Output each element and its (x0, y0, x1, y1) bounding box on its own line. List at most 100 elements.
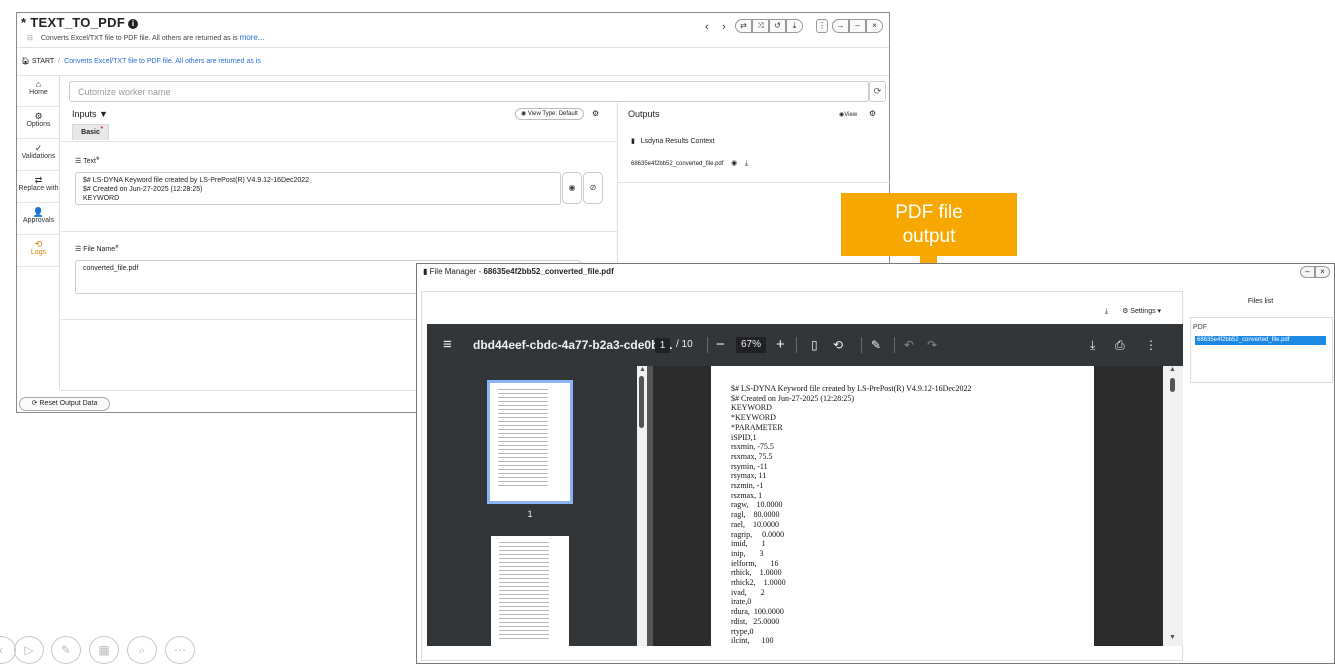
zoom-in-icon[interactable]: + (776, 324, 785, 366)
files-list-item-selected[interactable]: 68635e4f2bb52_converted_file.pdf (1195, 336, 1326, 345)
info-icon[interactable]: i (128, 19, 139, 29)
fit-page-icon[interactable]: ▯ (811, 324, 818, 366)
filename-label-text: File Name (83, 246, 116, 253)
print-icon[interactable]: ⎙ (1115, 324, 1125, 366)
callout-box: PDF file output (841, 193, 1017, 256)
pdf-text-line: rsxmax, 75.5 (731, 451, 773, 461)
pdf-text-line: rael, 10.0000 (731, 519, 779, 529)
minimize-icon[interactable]: – (1300, 266, 1315, 278)
sidebar-item-logs[interactable]: ⟲ Logs (17, 236, 60, 267)
sidebar-item-options[interactable]: ⚙ Options (17, 108, 60, 139)
tab-basic[interactable]: Basic • (72, 124, 109, 140)
more-icon[interactable]: ⋯ (165, 636, 195, 664)
callout-line: PDF file (895, 202, 963, 223)
thumbnail-pane: 1 (427, 366, 637, 646)
thumbnail-scrollbar[interactable]: ▲ (637, 366, 647, 646)
zoom-icon[interactable]: ⌕ (127, 636, 157, 664)
slides-icon[interactable]: ▦ (89, 636, 119, 664)
sidebar-item-approvals[interactable]: 👤 Approvals (17, 204, 60, 235)
undo-icon[interactable]: ↺ (769, 19, 786, 33)
required-dot: • (100, 125, 103, 132)
attach-icon[interactable]: ⊘ (583, 172, 603, 204)
preview-eye-icon[interactable]: ◉ (562, 172, 582, 204)
swap-icon[interactable]: ⇄ (735, 19, 752, 33)
worker-name-input[interactable]: Cutomize worker name (69, 81, 869, 102)
pdf-text-line: $# LS-DYNA Keyword file created by LS-Pr… (731, 384, 972, 393)
pdf-text-line: rdura, 100.0000 (731, 607, 784, 617)
output-context: ▮ Lsdyna Results Context (631, 137, 715, 145)
menu-icon[interactable]: ≡ (443, 324, 452, 366)
scroll-down-icon[interactable]: ▼ (1169, 634, 1176, 641)
gear-icon: ⚙ (1122, 308, 1129, 315)
page-number-input[interactable]: 1 (655, 338, 670, 353)
pdf-doc-title: dbd44eef-cbdc-4a77-b2a3-cde0bf... (473, 338, 673, 352)
text-input[interactable]: $# LS-DYNA Keyword file created by LS-Pr… (75, 172, 561, 205)
gear-icon[interactable]: ⚙ (869, 109, 876, 118)
more-vert-icon[interactable]: ⋮ (816, 19, 828, 33)
close-icon[interactable]: × (1315, 266, 1330, 278)
view-type-button[interactable]: ◉ View Type: Default (515, 108, 584, 120)
toolbar-divider (894, 337, 895, 353)
zoom-input[interactable]: 67% (736, 337, 766, 353)
refresh-icon[interactable]: ⟳ (869, 81, 886, 102)
toolbar-divider (707, 337, 708, 353)
page-gutter (1094, 366, 1163, 646)
undo-icon[interactable]: ↶ (904, 324, 914, 366)
annotate-icon[interactable]: ✎ (871, 324, 881, 366)
text-lines-icon: ☰ (75, 158, 82, 165)
more-link[interactable]: more... (240, 33, 265, 42)
eye-icon[interactable]: ◉ (731, 160, 737, 167)
arrow-right-icon[interactable]: → (832, 19, 849, 33)
refresh-icon: ⟳ (31, 400, 38, 407)
files-list-panel: Files list PDF 68635e4f2bb52_converted_f… (1188, 291, 1333, 661)
zoom-out-icon[interactable]: − (716, 324, 725, 366)
pdf-toolbar: ≡ dbd44eef-cbdc-4a77-b2a3-cde0bf... 1 / … (427, 324, 1183, 366)
play-icon[interactable]: ▷ (14, 636, 44, 664)
settings-menu[interactable]: ⚙ Settings ▾ (1122, 308, 1161, 315)
breadcrumb-start[interactable]: START (32, 58, 54, 65)
toolbar-divider (861, 337, 862, 353)
pdf-scrollbar[interactable]: ▲ ▼ (1163, 366, 1183, 646)
nav-next-icon[interactable]: › (722, 21, 726, 33)
sidebar-item-replace-with[interactable]: ⇄ Replace with (17, 172, 60, 203)
scrollbar-thumb[interactable] (639, 376, 644, 428)
more-vert-icon[interactable]: ⋮ (1145, 324, 1157, 366)
download-icon[interactable]: ⤓ (786, 19, 803, 33)
output-file-name[interactable]: 68635e4f2bb52_converted_file.pdf (631, 161, 723, 167)
required-asterisk: * (115, 243, 119, 253)
pdf-text-line: ielform, 16 (731, 558, 779, 568)
pdf-text-line: ragl, 80.0000 (731, 510, 780, 520)
sidebar-item-validations[interactable]: ✓ Validations (17, 140, 60, 171)
rotate-icon[interactable]: ⟲ (833, 324, 843, 366)
close-icon[interactable]: × (866, 19, 883, 33)
pdf-text-line: rthick, 1.0000 (731, 568, 782, 578)
text-input-line: KEYWORD (83, 195, 120, 202)
reset-output-button[interactable]: ⟳ Reset Output Data (19, 397, 110, 411)
gear-icon: ⚙ (34, 111, 43, 121)
files-group-pdf[interactable]: PDF (1193, 324, 1207, 331)
pdf-text-line: ragw, 10.0000 (731, 500, 783, 510)
breadcrumb-current[interactable]: Converts Excel/TXT file to PDF file. All… (64, 58, 261, 65)
text-label-text: Text (83, 158, 96, 165)
scrollbar-thumb[interactable] (1170, 378, 1175, 392)
scroll-up-icon[interactable]: ▲ (639, 366, 646, 373)
sidebar-item-home[interactable]: ⌂ Home (17, 76, 60, 107)
pdf-text-line: KEYWORD (731, 403, 772, 413)
pdf-text-line: *KEYWORD (731, 413, 776, 423)
view-button[interactable]: ◉View ⚙ (839, 109, 876, 118)
text-input-line: $# Created on Jun-27-2025 (12:28:25) (83, 186, 203, 193)
download-icon[interactable]: ⤓ (1090, 324, 1095, 366)
scroll-up-icon[interactable]: ▲ (1169, 366, 1176, 373)
thumbnail-page-1[interactable] (487, 380, 573, 504)
inputs-title[interactable]: Inputs ▼ (72, 109, 108, 119)
pen-icon[interactable]: ✎ (51, 636, 81, 664)
download-icon[interactable]: ⤓ (1105, 308, 1108, 315)
shuffle-icon[interactable]: ⤨ (752, 19, 769, 33)
minimize-icon[interactable]: – (849, 19, 866, 33)
thumbnail-page-2[interactable] (491, 536, 569, 646)
gear-icon[interactable]: ⚙ (592, 109, 599, 118)
pdf-text-line: rtype,0 (731, 626, 754, 636)
redo-icon[interactable]: ↷ (927, 324, 937, 366)
nav-prev-icon[interactable]: ‹ (705, 21, 709, 33)
download-icon[interactable]: ⤓ (745, 160, 748, 167)
